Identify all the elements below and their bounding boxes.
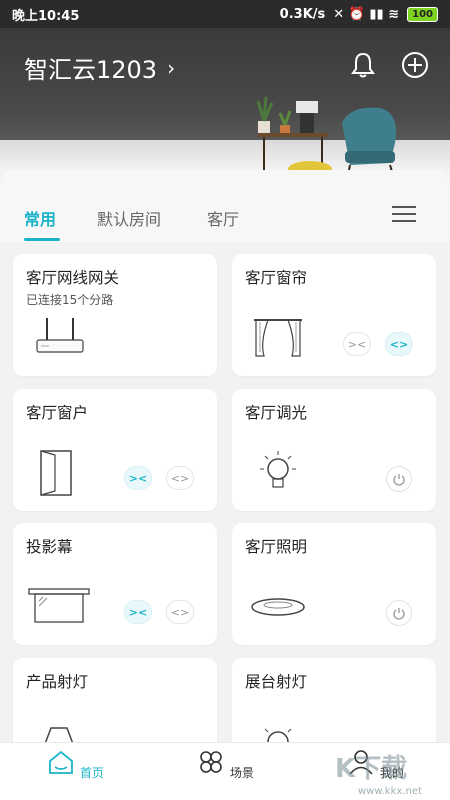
curtain-icon xyxy=(254,319,302,357)
status-icons: ✕ ⏰ ▮▮ ≋ xyxy=(333,6,400,22)
nav-home-label: 首页 xyxy=(79,766,104,780)
watermark-url: www.kkx.net xyxy=(358,786,422,797)
scene-icon xyxy=(200,751,222,773)
add-icon[interactable] xyxy=(400,50,430,80)
screen-open-button[interactable]: <> xyxy=(166,600,194,624)
room-tabs: 常用 默认房间 客厅 xyxy=(0,170,450,242)
battery-icon: 100 xyxy=(407,6,438,22)
bell-icon[interactable] xyxy=(348,50,378,80)
tab-common[interactable]: 常用 xyxy=(24,206,56,230)
watermark-logo: K下载 xyxy=(335,754,408,784)
home-name: 智汇云1203 xyxy=(24,56,158,84)
power-button[interactable] xyxy=(386,466,412,492)
status-bar: 晚上10:45 0.3K/s ✕ ⏰ ▮▮ ≋ 100 xyxy=(0,0,450,28)
nav-scene[interactable]: 场景 xyxy=(185,749,265,781)
device-title: 展台射灯 xyxy=(245,673,308,691)
ceiling-light-icon xyxy=(251,598,305,616)
curtain-close-button[interactable]: >< xyxy=(343,332,371,356)
network-speed: 0.3K/s xyxy=(279,6,326,22)
window-close-button[interactable]: >< xyxy=(124,466,152,490)
curtain-open-button[interactable]: <> xyxy=(385,332,413,356)
menu-icon[interactable] xyxy=(392,206,416,224)
device-card-projector-screen[interactable]: 投影幕 >< <> xyxy=(13,523,217,645)
nav-scene-label: 场景 xyxy=(229,766,254,780)
device-title: 客厅网线网关 xyxy=(26,269,120,287)
device-status: 已连接15个分路 xyxy=(26,293,114,307)
device-card-window[interactable]: 客厅窗户 >< <> xyxy=(13,389,217,511)
device-title: 客厅调光 xyxy=(245,404,308,422)
tab-indicator xyxy=(24,238,60,241)
device-title: 客厅照明 xyxy=(245,538,308,556)
device-card-lighting[interactable]: 客厅照明 xyxy=(232,523,436,645)
living-room-illustration xyxy=(256,96,396,170)
power-button[interactable] xyxy=(386,600,412,626)
device-card-curtain[interactable]: 客厅窗帘 >< <> xyxy=(232,254,436,376)
tab-living-room[interactable]: 客厅 xyxy=(207,206,239,230)
bulb-icon xyxy=(260,451,296,488)
home-banner: 智汇云1203 › xyxy=(0,28,450,170)
device-title: 客厅窗帘 xyxy=(245,269,308,287)
router-icon xyxy=(36,318,84,353)
window-icon xyxy=(40,450,72,496)
power-icon xyxy=(393,474,405,486)
nav-home[interactable]: 首页 xyxy=(35,749,115,781)
power-icon xyxy=(393,608,405,620)
projector-screen-icon xyxy=(28,588,90,623)
screen-close-button[interactable]: >< xyxy=(124,600,152,624)
device-title: 投影幕 xyxy=(26,538,73,556)
home-selector[interactable]: 智汇云1203 › xyxy=(24,50,175,85)
tab-default-room[interactable]: 默认房间 xyxy=(97,206,161,230)
device-card-gateway[interactable]: 客厅网线网关 已连接15个分路 xyxy=(13,254,217,376)
status-time: 晚上10:45 xyxy=(12,8,80,24)
device-title: 产品射灯 xyxy=(26,673,89,691)
device-title: 客厅窗户 xyxy=(26,404,89,422)
window-open-button[interactable]: <> xyxy=(166,466,194,490)
device-card-dimmer[interactable]: 客厅调光 xyxy=(232,389,436,511)
chevron-right-icon: › xyxy=(167,55,176,80)
home-icon xyxy=(49,750,73,774)
